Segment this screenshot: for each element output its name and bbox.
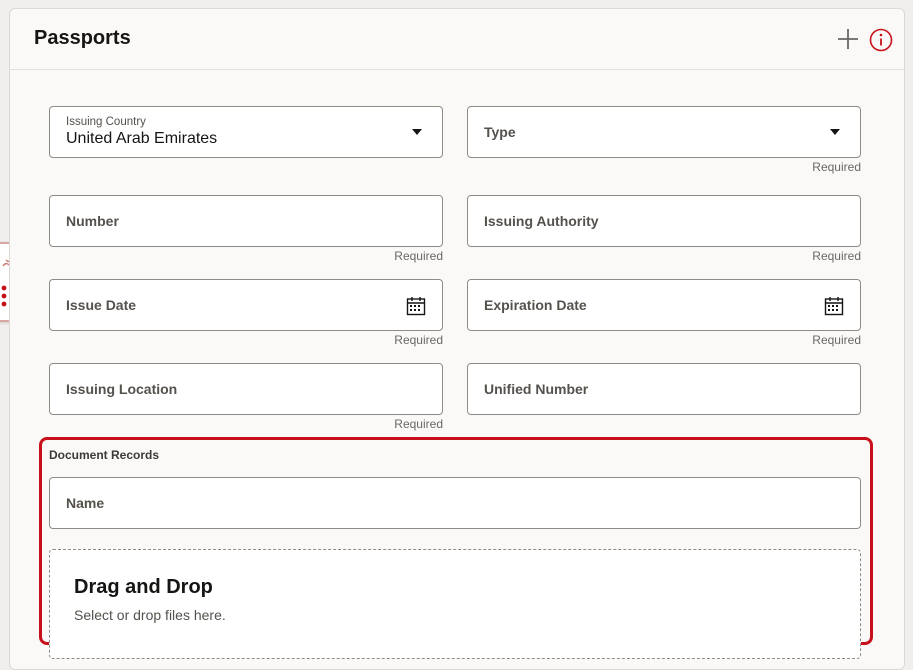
expiration-date-field[interactable]: Expiration Date — [467, 279, 861, 331]
document-name-label: Name — [66, 495, 105, 511]
issuing-country-select[interactable]: Issuing Country United Arab Emirates — [49, 106, 443, 158]
issuing-location-label: Issuing Location — [66, 381, 178, 397]
info-icon[interactable] — [869, 28, 893, 52]
panel-title: Passports — [34, 27, 131, 49]
dropzone-subtitle: Select or drop files here. — [74, 607, 226, 623]
number-required-hint: Required — [394, 249, 443, 263]
chevron-down-icon — [830, 129, 840, 135]
unified-number-label: Unified Number — [484, 381, 589, 397]
calendar-icon[interactable] — [824, 296, 844, 316]
issuing-authority-label: Issuing Authority — [484, 213, 599, 229]
issue-date-required-hint: Required — [394, 333, 443, 347]
issuing-country-value: United Arab Emirates — [66, 130, 218, 147]
expiration-date-label: Expiration Date — [484, 297, 587, 313]
issuing-authority-required-hint: Required — [812, 249, 861, 263]
document-records-label: Document Records — [49, 448, 160, 462]
issue-date-label: Issue Date — [66, 297, 137, 313]
file-dropzone[interactable]: Drag and Drop Select or drop files here. — [49, 549, 861, 659]
type-required-hint: Required — [812, 160, 861, 174]
dropzone-title: Drag and Drop — [74, 576, 213, 598]
issue-date-field[interactable]: Issue Date — [49, 279, 443, 331]
issuing-authority-field[interactable]: Issuing Authority — [467, 195, 861, 247]
unified-number-field[interactable]: Unified Number — [467, 363, 861, 415]
type-label: Type — [484, 124, 516, 140]
calendar-icon[interactable] — [406, 296, 426, 316]
plus-icon[interactable] — [836, 27, 860, 51]
type-select[interactable]: Type — [467, 106, 861, 158]
panel-header: Passports — [10, 9, 904, 70]
document-name-field[interactable]: Name — [49, 477, 861, 529]
chevron-down-icon — [412, 129, 422, 135]
issuing-country-label: Issuing Country — [66, 116, 146, 128]
issuing-location-field[interactable]: Issuing Location — [49, 363, 443, 415]
number-label: Number — [66, 213, 119, 229]
number-field[interactable]: Number — [49, 195, 443, 247]
issuing-location-required-hint: Required — [394, 417, 443, 431]
expiration-date-required-hint: Required — [812, 333, 861, 347]
